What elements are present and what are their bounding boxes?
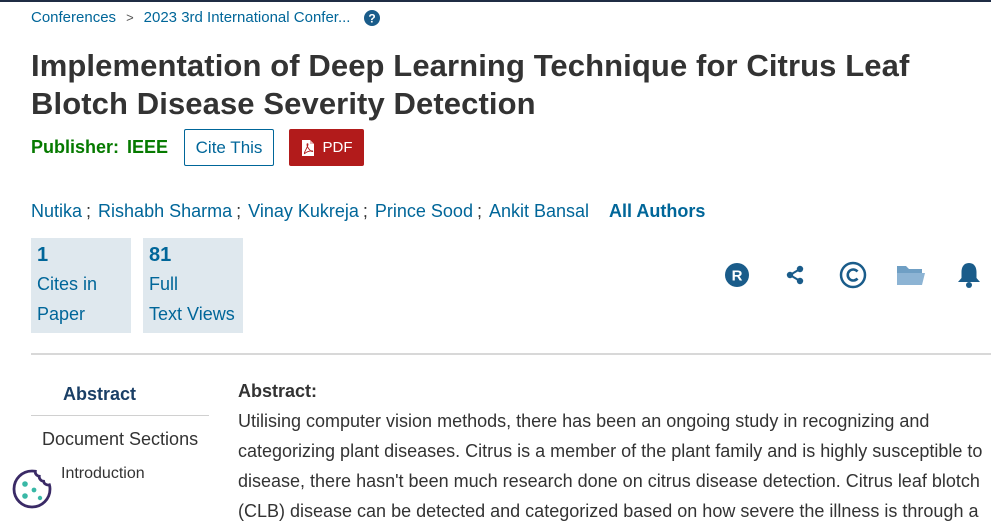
top-border (0, 0, 991, 2)
abstract-section: Abstract: Utilising computer vision meth… (238, 380, 991, 523)
views-count: 81 (149, 244, 172, 266)
nav-introduction[interactable]: Introduction (31, 460, 209, 483)
breadcrumb-separator: > (126, 10, 134, 25)
page-title: Implementation of Deep Learning Techniqu… (31, 48, 910, 121)
author-link[interactable]: Prince Sood (375, 201, 473, 222)
svg-text:R: R (732, 268, 743, 285)
publisher-name: IEEE (127, 137, 169, 157)
author-link[interactable]: Vinay Kukreja (248, 201, 359, 222)
cite-this-button[interactable]: Cite This (184, 129, 275, 166)
question-circle-icon[interactable]: ? (364, 9, 381, 26)
breadcrumb: Conferences > 2023 3rd International Con… (31, 9, 381, 26)
section-divider (31, 353, 991, 355)
publisher-label: Publisher: (31, 137, 120, 157)
author-separator: ; (86, 201, 92, 221)
author-separator: ; (236, 201, 242, 221)
cites-count: 1 (37, 244, 49, 266)
pdf-button-label: PDF (322, 139, 353, 156)
author-link[interactable]: Nutika (31, 201, 82, 222)
share-icon[interactable] (778, 259, 812, 291)
breadcrumb-conferences[interactable]: Conferences (31, 9, 116, 26)
article-actions: R (720, 259, 986, 291)
publisher-row: Publisher: IEEE Cite This PDF (31, 129, 365, 166)
copyright-icon[interactable] (836, 259, 870, 291)
pdf-button[interactable]: PDF (289, 129, 365, 166)
full-text-views-metric[interactable]: 81 Full Text Views (143, 238, 243, 333)
document-sidebar: Abstract Document Sections Introduction (31, 372, 209, 483)
author-separator: ; (476, 201, 482, 221)
nav-abstract[interactable]: Abstract (31, 372, 209, 416)
abstract-heading: Abstract: (238, 381, 318, 401)
cites-in-paper-metric[interactable]: 1 Cites in Paper (31, 238, 131, 333)
cites-label-line2: Paper (37, 304, 86, 324)
abstract-text: Utilising computer vision methods, there… (238, 411, 983, 521)
authors-list: Nutika ; Rishabh Sharma ; Vinay Kukreja … (31, 201, 705, 222)
breadcrumb-conference[interactable]: 2023 3rd International Confer... (144, 9, 351, 26)
cookie-settings-icon[interactable] (11, 468, 53, 510)
views-label-line2: Text Views (149, 304, 235, 324)
all-authors-link[interactable]: All Authors (609, 201, 705, 222)
rights-r-icon[interactable]: R (720, 259, 754, 291)
folder-icon[interactable] (894, 259, 928, 291)
svg-text:?: ? (369, 11, 376, 25)
views-label-line1: Full (149, 274, 179, 294)
author-link[interactable]: Ankit Bansal (489, 201, 589, 222)
cites-label-line1: Cites in (37, 274, 98, 294)
author-link[interactable]: Rishabh Sharma (98, 201, 232, 222)
document-sections-heading: Document Sections (42, 429, 199, 449)
author-separator: ; (362, 201, 368, 221)
pdf-file-icon (301, 139, 315, 157)
bell-icon[interactable] (952, 259, 986, 291)
